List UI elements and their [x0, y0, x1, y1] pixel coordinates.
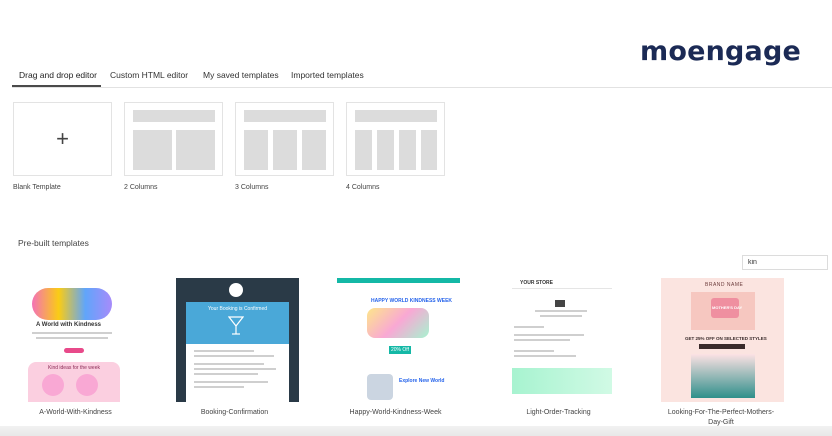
layout-column-block: [273, 130, 297, 170]
two-columns-label: 2 Columns: [124, 184, 158, 191]
preview-store-name: YOUR STORE: [520, 280, 553, 286]
preview-subheading: Kind ideas for the week: [48, 365, 100, 371]
preview-badge-text: MOTHER'S DAY: [712, 305, 743, 310]
preview-text-line: [514, 350, 554, 352]
preview-offer-text: 20% Off: [391, 347, 409, 353]
page-bottom-edge: [0, 426, 832, 436]
preview-text-line: [194, 381, 268, 383]
layout-column-block: [176, 130, 215, 170]
preview-cta-text: Explore New World: [399, 378, 445, 384]
layout-column-block: [377, 130, 394, 170]
layout-column-block: [133, 130, 172, 170]
blank-template-label: Blank Template: [13, 184, 61, 191]
template-name-a-world-with-kindness: A-World-With-Kindness: [39, 409, 112, 416]
preview-heading: A World with Kindness: [36, 322, 102, 328]
preview-cta-button: [64, 348, 84, 353]
layout-column-block: [355, 130, 372, 170]
preview-offer-text: GET 25% OFF ON SELECTED STYLES: [685, 336, 767, 341]
template-card-happy-world-kindness-week[interactable]: HAPPY WORLD KINDNESS WEEK 20% Off Explor…: [337, 278, 460, 402]
preview-text-line: [514, 334, 584, 336]
template-card-a-world-with-kindness[interactable]: A World with Kindness Kind ideas for the…: [14, 278, 137, 402]
preview-text-line: [194, 368, 276, 370]
preview-text-line: [514, 339, 570, 341]
layout-header-block: [355, 110, 437, 122]
layout-column-block: [302, 130, 326, 170]
preview-text-line: [194, 386, 244, 388]
preview-model-image: [691, 354, 755, 398]
preview-divider: [512, 288, 612, 289]
three-columns-card[interactable]: [235, 102, 334, 176]
preview-image: [42, 374, 64, 396]
layout-header-block: [244, 110, 326, 122]
preview-text-line: [194, 373, 258, 375]
preview-banner-text: Your Booking is Confirmed: [208, 306, 268, 312]
preview-text-line: [535, 310, 587, 312]
preview-text-line: [540, 315, 582, 317]
preview-text-line: [194, 363, 264, 365]
template-card-booking-confirmation[interactable]: Your Booking is Confirmed: [176, 278, 299, 402]
preview-image: [76, 374, 98, 396]
preview-cta-button: [699, 344, 745, 349]
preview-vr-image: [367, 374, 393, 400]
cocktail-glass-icon: [227, 316, 245, 336]
template-name-mothers-day-line1: Looking-For-The-Perfect-Mothers-: [667, 409, 775, 416]
template-card-light-order-tracking[interactable]: YOUR STORE: [500, 278, 623, 402]
two-columns-card[interactable]: [124, 102, 223, 176]
tab-custom-html-editor[interactable]: Custom HTML editor: [110, 70, 188, 80]
four-columns-label: 4 Columns: [346, 184, 380, 191]
blank-template-card[interactable]: +: [13, 102, 112, 176]
template-card-mothers-day-gift[interactable]: BRAND NAME MOTHER'S DAY GET 25% OFF ON S…: [661, 278, 784, 402]
template-name-happy-world-kindness-week: Happy-World-Kindness-Week: [349, 409, 442, 416]
tab-drag-and-drop-editor[interactable]: Drag and drop editor: [19, 70, 97, 80]
preview-text-line: [32, 332, 112, 334]
preview-text-line: [194, 350, 254, 352]
preview-text-line: [194, 355, 274, 357]
tab-imported-templates[interactable]: Imported templates: [291, 70, 364, 80]
plus-icon: +: [56, 126, 69, 151]
preview-product-image: [512, 368, 612, 394]
editor-tabs: Drag and drop editor Custom HTML editor …: [12, 66, 832, 88]
active-tab-indicator: [12, 85, 101, 87]
preview-illustration: [367, 308, 429, 338]
template-name-booking-confirmation: Booking-Confirmation: [200, 409, 269, 416]
preview-text-line: [36, 337, 108, 339]
tab-my-saved-templates[interactable]: My saved templates: [203, 70, 279, 80]
illustration-image: [32, 288, 112, 320]
moengage-logo: moengage: [640, 36, 802, 67]
layout-column-block: [399, 130, 416, 170]
preview-brand-name: BRAND NAME: [705, 282, 744, 288]
three-columns-label: 3 Columns: [235, 184, 269, 191]
preview-logo: [229, 283, 243, 297]
preview-heading: HAPPY WORLD KINDNESS WEEK: [371, 298, 453, 304]
layout-column-block: [421, 130, 437, 170]
preview-top-bar: [337, 278, 460, 283]
four-columns-card[interactable]: [346, 102, 445, 176]
prebuilt-templates-title: Pre-built templates: [18, 238, 89, 248]
preview-text-line: [514, 326, 544, 328]
template-name-mothers-day-line2: Day-Gift: [708, 419, 734, 426]
template-name-light-order-tracking: Light-Order-Tracking: [526, 409, 591, 416]
preview-text-line: [514, 355, 576, 357]
layout-header-block: [133, 110, 215, 122]
delivery-truck-icon: [555, 300, 565, 307]
layout-column-block: [244, 130, 268, 170]
template-search-input[interactable]: [742, 255, 828, 270]
